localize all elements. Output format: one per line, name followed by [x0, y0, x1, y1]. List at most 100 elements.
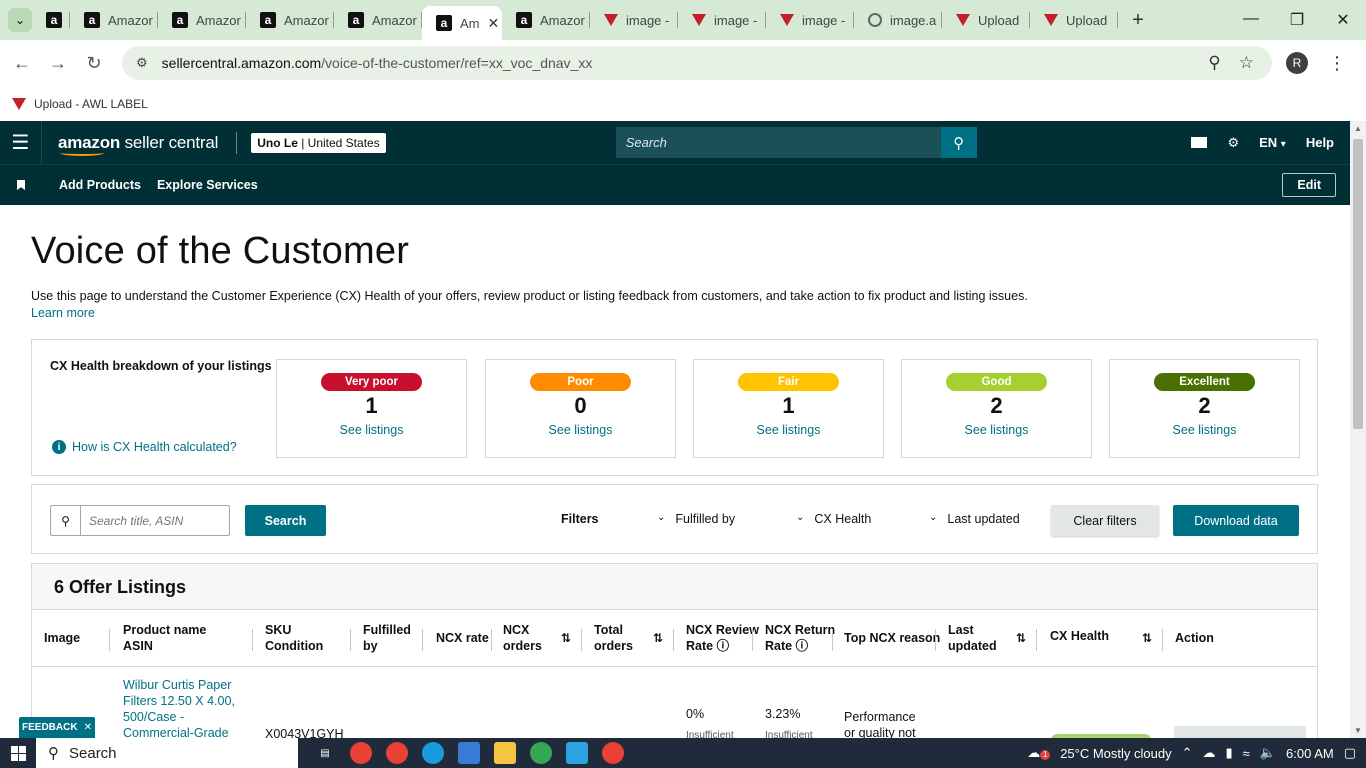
- nav-explore-services[interactable]: Explore Services: [157, 178, 258, 192]
- telegram-icon[interactable]: [566, 742, 588, 764]
- new-tab-icon[interactable]: +: [1126, 9, 1150, 32]
- col-ncx-orders[interactable]: NCX orders: [503, 622, 542, 654]
- browser-tab-active[interactable]: a Am ✕: [422, 6, 502, 40]
- cloud-icon[interactable]: ☁: [1203, 745, 1216, 761]
- bookmark-icon[interactable]: [17, 180, 25, 190]
- browser-tab[interactable]: a Amazor: [246, 0, 334, 40]
- listing-search-input[interactable]: ⚲ Search title, ASIN: [50, 505, 230, 536]
- zoom-icon[interactable]: ⚲: [1208, 53, 1220, 73]
- see-listings-link[interactable]: See listings: [902, 423, 1091, 437]
- fulfilled-by-dropdown[interactable]: ⌄ Fulfilled by: [657, 512, 735, 526]
- col-fulfilled[interactable]: Fulfilled by: [363, 622, 411, 654]
- forward-icon[interactable]: →: [40, 53, 76, 74]
- cx-health-how-link[interactable]: i How is CX Health calculated?: [52, 440, 237, 454]
- language-selector[interactable]: EN ▾: [1259, 135, 1286, 150]
- battery-icon[interactable]: ▮: [1226, 745, 1233, 761]
- last-updated-dropdown[interactable]: ⌄ Last updated: [929, 512, 1020, 526]
- see-listings-link[interactable]: See listings: [694, 423, 883, 437]
- account-switcher[interactable]: Uno Le | United States: [251, 132, 386, 153]
- see-listings-link[interactable]: See listings: [486, 423, 675, 437]
- feedback-button[interactable]: FEEDBACK ✕: [19, 717, 95, 738]
- back-icon[interactable]: ←: [4, 53, 40, 74]
- profile-avatar[interactable]: R: [1286, 52, 1308, 74]
- info-outline-icon[interactable]: ⓘ: [796, 639, 809, 653]
- chrome-icon[interactable]: [350, 742, 372, 764]
- col-cx-health[interactable]: CX Health: [1050, 628, 1109, 644]
- sort-icon[interactable]: ⇅: [1016, 631, 1026, 645]
- col-top-reason[interactable]: Top NCX reason: [844, 630, 940, 646]
- reload-icon[interactable]: ↻: [76, 53, 112, 74]
- scroll-up-icon[interactable]: ▲: [1354, 124, 1362, 133]
- search-button[interactable]: Search: [245, 505, 326, 536]
- col-last-updated[interactable]: Last updated: [948, 622, 997, 654]
- notifications-icon[interactable]: ▢: [1344, 745, 1356, 761]
- see-listings-link[interactable]: See listings: [277, 423, 466, 437]
- page-scrollbar[interactable]: ▲ ▼: [1350, 121, 1366, 738]
- close-window-icon[interactable]: ✕: [1320, 10, 1366, 30]
- mail-icon[interactable]: [1191, 137, 1208, 148]
- browser-menu-icon[interactable]: ⋮: [1328, 53, 1346, 74]
- col-review-rate[interactable]: NCX Review Rate ⓘ: [686, 622, 759, 654]
- help-link[interactable]: Help: [1306, 135, 1334, 150]
- bookmark-star-icon[interactable]: ☆: [1239, 53, 1254, 73]
- col-ncx-rate[interactable]: NCX rate: [436, 630, 489, 646]
- col-total-orders[interactable]: Total orders: [594, 622, 633, 654]
- tab-search-chevron-icon[interactable]: ⌄: [8, 8, 32, 32]
- col-return-rate[interactable]: NCX Return Rate ⓘ: [765, 622, 835, 654]
- sort-icon[interactable]: ⇅: [561, 631, 571, 645]
- edge-icon[interactable]: [422, 742, 444, 764]
- see-listings-link[interactable]: See listings: [1110, 423, 1299, 437]
- chrome-icon[interactable]: [386, 742, 408, 764]
- browser-tab[interactable]: image -: [678, 0, 766, 40]
- col-product[interactable]: Product name ASIN: [123, 622, 206, 654]
- browser-tab[interactable]: a Amazor: [502, 0, 590, 40]
- search-icon[interactable]: ⚲: [940, 127, 977, 158]
- chrome-icon[interactable]: [602, 742, 624, 764]
- taskbar-search[interactable]: ⚲ Search: [36, 738, 298, 768]
- wifi-icon[interactable]: ≈: [1243, 746, 1250, 761]
- task-view-icon[interactable]: ▤: [314, 742, 336, 764]
- weather-text[interactable]: 25°C Mostly cloudy: [1060, 746, 1171, 761]
- edit-nav-button[interactable]: Edit: [1282, 173, 1336, 197]
- windows-start-icon[interactable]: [0, 745, 36, 761]
- volume-icon[interactable]: 🔈: [1260, 745, 1276, 761]
- restore-icon[interactable]: ❐: [1274, 10, 1320, 30]
- minimize-icon[interactable]: —: [1228, 10, 1274, 30]
- gear-icon[interactable]: ⚙: [1227, 135, 1239, 151]
- action-button[interactable]: [1174, 726, 1306, 738]
- download-data-button[interactable]: Download data: [1173, 505, 1299, 536]
- close-icon[interactable]: ✕: [84, 722, 92, 733]
- nav-add-products[interactable]: Add Products: [59, 178, 141, 192]
- bookmark-item[interactable]: Upload - AWL LABEL: [34, 97, 148, 111]
- file-explorer-icon[interactable]: [494, 742, 516, 764]
- url-field[interactable]: ⚙ sellercentral.amazon.com/voice-of-the-…: [122, 46, 1272, 80]
- browser-tab[interactable]: a Amazor: [158, 0, 246, 40]
- col-sku[interactable]: SKU Condition: [265, 622, 323, 654]
- cx-health-dropdown[interactable]: ⌄ CX Health: [796, 512, 871, 526]
- info-outline-icon[interactable]: ⓘ: [717, 639, 730, 653]
- browser-tab[interactable]: a: [32, 0, 70, 40]
- clear-filters-button[interactable]: Clear filters: [1051, 505, 1159, 536]
- browser-tab[interactable]: image.a: [854, 0, 942, 40]
- weather-icon[interactable]: ☁ 1: [1027, 745, 1051, 761]
- hamburger-menu-icon[interactable]: ☰: [0, 121, 42, 164]
- browser-tab[interactable]: image -: [590, 0, 678, 40]
- scroll-down-icon[interactable]: ▼: [1354, 726, 1362, 735]
- chevron-up-icon[interactable]: ⌃: [1182, 745, 1193, 761]
- scroll-thumb[interactable]: [1353, 139, 1363, 429]
- browser-tab[interactable]: Upload: [942, 0, 1030, 40]
- chrome-icon[interactable]: [530, 742, 552, 764]
- store-icon[interactable]: [458, 742, 480, 764]
- sort-icon[interactable]: ⇅: [653, 631, 663, 645]
- site-settings-icon[interactable]: ⚙: [136, 55, 148, 71]
- browser-tab[interactable]: a Amazor: [334, 0, 422, 40]
- close-tab-icon[interactable]: ✕: [488, 15, 500, 32]
- seller-central-logo[interactable]: amazon seller central: [58, 133, 218, 156]
- browser-tab[interactable]: image -: [766, 0, 854, 40]
- product-name-link[interactable]: Wilbur Curtis Paper Filters 12.50 X 4.00…: [123, 677, 235, 738]
- browser-tab[interactable]: Upload: [1030, 0, 1118, 40]
- learn-more-link[interactable]: Learn more: [31, 306, 95, 320]
- sort-icon[interactable]: ⇅: [1142, 631, 1152, 645]
- clock[interactable]: 6:00 AM: [1286, 746, 1334, 761]
- header-search-input[interactable]: Search: [615, 127, 941, 158]
